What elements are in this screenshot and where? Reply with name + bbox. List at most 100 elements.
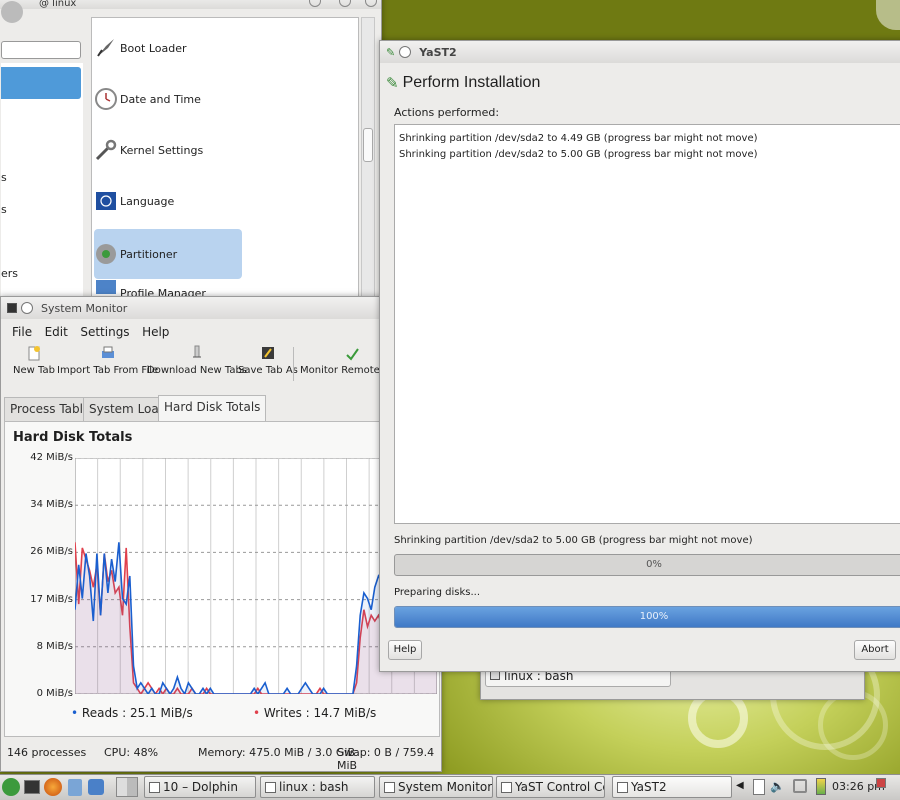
module-label: Language	[120, 194, 175, 208]
scrollbar-thumb[interactable]	[363, 128, 373, 162]
app-logo	[1, 1, 23, 23]
status-swap: Swap: 0 B / 759.4 MiB	[337, 746, 435, 772]
sidebar-item-fragment[interactable]: s	[1, 203, 7, 216]
graph-title: Hard Disk Totals	[13, 430, 133, 445]
minimize-icon[interactable]	[309, 0, 321, 7]
overall-progress-text: 100%	[639, 611, 669, 622]
installation-icon: ✎	[386, 74, 399, 92]
writes-legend-dot: •	[253, 706, 261, 720]
module-kernel-settings[interactable]: Kernel Settings	[94, 125, 242, 175]
yast2-window[interactable]: ✎ YaST2 ✎ Perform Installation Actions p…	[379, 40, 900, 672]
toolbar-label: Download New Tabs	[147, 365, 248, 376]
yast-icon	[617, 782, 628, 793]
module-label: Kernel Settings	[120, 143, 204, 157]
actions-label: Actions performed:	[394, 106, 500, 119]
save-tab-as-button[interactable]: Save Tab As	[238, 345, 298, 376]
download-new-tabs-button[interactable]: Download New Tabs	[147, 345, 247, 376]
clock-icon	[95, 88, 117, 110]
remote-icon	[345, 348, 359, 361]
terminal-launcher-icon[interactable]	[24, 780, 40, 794]
menu-help[interactable]: Help	[142, 325, 169, 339]
y-tick-label: 0 MiB/s	[36, 688, 73, 699]
wallpaper-ring	[818, 690, 888, 760]
file-manager-icon[interactable]	[88, 779, 104, 795]
tab-hard-disk-totals[interactable]: Hard Disk Totals	[158, 395, 267, 421]
task-label: 10 – Dolphin	[163, 780, 238, 794]
new-tab-button[interactable]: New Tab	[13, 345, 55, 376]
yast-icon: ✎	[386, 45, 396, 59]
volume-icon[interactable]: 🔈	[770, 779, 785, 793]
printer-icon	[101, 346, 114, 358]
task-yast2[interactable]: YaST2	[612, 776, 732, 798]
module-boot-loader[interactable]: Boot Loader	[94, 23, 242, 73]
task-label: YaST Control Cente	[515, 780, 604, 794]
terminal-icon	[490, 671, 500, 680]
rocket-icon	[97, 39, 114, 57]
status-processes: 146 processes	[7, 746, 87, 759]
task-yast-control-center[interactable]: YaST Control Cente	[496, 776, 605, 798]
help-button[interactable]: Help	[388, 640, 422, 660]
import-tab-button[interactable]: Import Tab From File	[57, 345, 158, 376]
module-partitioner[interactable]: Partitioner	[94, 229, 242, 279]
menu-file[interactable]: File	[12, 325, 32, 339]
window-title: System Monitor	[41, 301, 128, 315]
step-progress-bar: 0%	[394, 554, 900, 576]
module-label: Date and Time	[120, 92, 201, 106]
writes-legend-label: Writes : 14.7 MiB/s	[263, 706, 377, 720]
pin-icon[interactable]	[399, 46, 412, 58]
task-bash[interactable]: linux : bash	[260, 776, 375, 798]
search-input[interactable]	[1, 41, 81, 59]
globe-flag-icon	[96, 192, 116, 210]
y-tick-label: 17 MiB/s	[30, 593, 73, 605]
show-desktop-icon[interactable]	[876, 778, 886, 788]
y-tick-label: 8 MiB/s	[36, 640, 73, 652]
toolbar-label: New Tab	[13, 365, 55, 376]
sidebar-item-fragment[interactable]: s	[1, 171, 7, 184]
module-label: Boot Loader	[120, 41, 187, 55]
pager-icon[interactable]	[116, 777, 138, 797]
system-monitor-titlebar[interactable]: System Monitor	[1, 297, 441, 319]
module-language[interactable]: Language	[94, 176, 242, 226]
actions-log[interactable]: Shrinking partition /dev/sda2 to 4.49 GB…	[394, 124, 900, 524]
app-icon	[7, 303, 17, 313]
download-icon	[193, 345, 201, 358]
tray-arrow-icon[interactable]: ◀	[736, 780, 744, 791]
yast2-titlebar[interactable]: ✎ YaST2	[380, 41, 900, 63]
maximize-icon[interactable]	[339, 0, 351, 7]
battery-icon[interactable]	[816, 778, 826, 795]
start-menu-icon[interactable]	[2, 778, 20, 796]
network-icon[interactable]	[793, 779, 807, 793]
system-monitor-window[interactable]: System Monitor File Edit Settings Help N…	[0, 296, 442, 772]
legend-reads: • Reads : 25.1 MiB/s	[71, 706, 193, 720]
sidebar-item-fragment[interactable]: ers	[1, 267, 18, 280]
yast-cc-titlebar[interactable]: @ linux	[0, 0, 381, 9]
toolbar-label: Import Tab From File	[57, 365, 159, 376]
task-label: System Monitor	[398, 780, 493, 794]
disk-icon	[96, 244, 116, 264]
y-tick-label: 42 MiB/s	[30, 452, 73, 463]
overall-label: Preparing disks...	[394, 587, 481, 598]
module-date-and-time[interactable]: Date and Time	[94, 74, 242, 124]
task-label: linux : bash	[279, 780, 349, 794]
firefox-icon[interactable]	[44, 778, 62, 796]
menubar: File Edit Settings Help	[12, 325, 178, 339]
task-dolphin[interactable]: 10 – Dolphin	[144, 776, 256, 798]
close-icon[interactable]	[365, 0, 377, 7]
menu-edit[interactable]: Edit	[45, 325, 68, 339]
step-label: Shrinking partition /dev/sda2 to 5.00 GB…	[394, 535, 753, 546]
dolphin-icon	[149, 782, 160, 793]
sidebar: s s ers	[1, 63, 83, 313]
clipboard-icon[interactable]	[753, 779, 765, 795]
yast-control-center-window[interactable]: @ linux s s ers Boot Loader Date and Tim…	[0, 0, 382, 317]
system-monitor-icon	[384, 782, 395, 793]
menu-settings[interactable]: Settings	[80, 325, 129, 339]
trash-icon[interactable]	[68, 779, 82, 796]
module-scrollbar[interactable]	[361, 17, 375, 315]
abort-button[interactable]: Abort	[854, 640, 896, 660]
pin-icon[interactable]	[21, 302, 33, 314]
toolbar-label: Save Tab As	[238, 365, 298, 376]
task-system-monitor[interactable]: System Monitor	[379, 776, 493, 798]
desktop-widget[interactable]	[876, 0, 900, 30]
terminal-icon	[265, 782, 276, 793]
sidebar-selected-item[interactable]	[1, 67, 81, 99]
